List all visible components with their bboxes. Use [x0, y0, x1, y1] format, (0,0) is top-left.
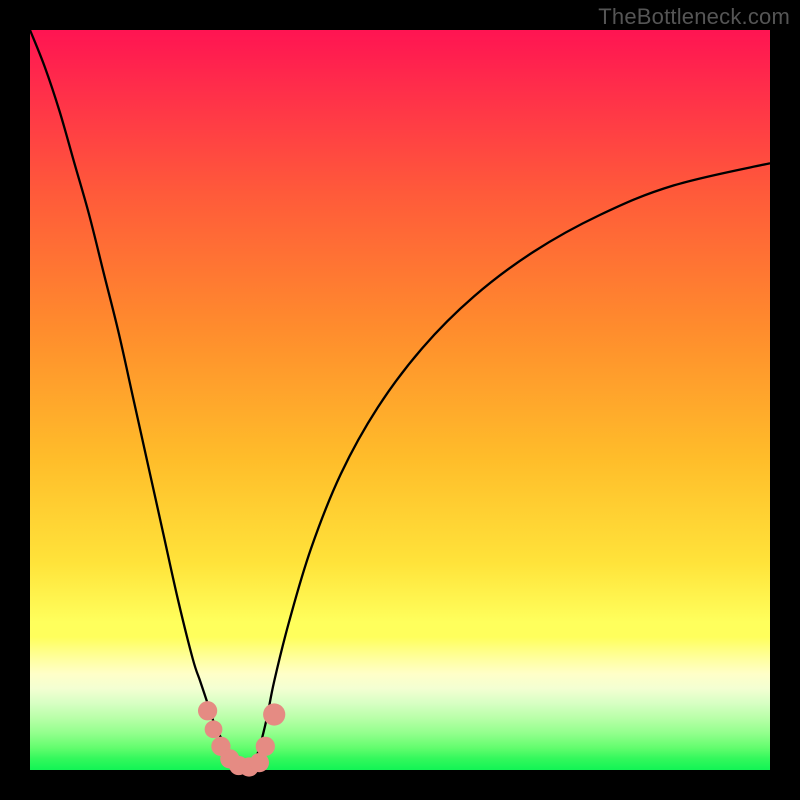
notch-marker [263, 703, 285, 725]
notch-marker [198, 701, 217, 720]
chart-frame: TheBottleneck.com [0, 0, 800, 800]
left-curve [30, 30, 237, 770]
right-curve [252, 163, 770, 770]
watermark-text: TheBottleneck.com [598, 4, 790, 30]
notch-markers [198, 701, 285, 776]
curve-layer [30, 30, 770, 770]
notch-marker [205, 720, 223, 738]
plot-area [30, 30, 770, 770]
notch-marker [256, 737, 275, 756]
